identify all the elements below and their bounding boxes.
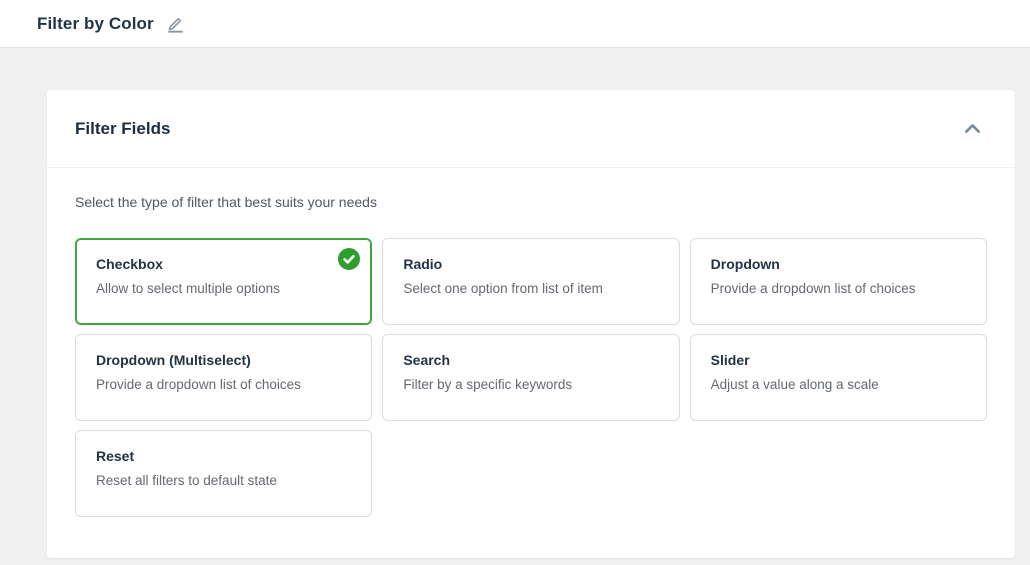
- filter-type-label: Search: [403, 352, 658, 368]
- filter-type-card[interactable]: Reset Reset all filters to default state: [75, 430, 372, 517]
- filter-type-description: Provide a dropdown list of choices: [711, 281, 966, 296]
- page-title: Filter by Color: [37, 14, 154, 34]
- filter-type-grid: Checkbox Allow to select multiple option…: [75, 238, 987, 517]
- filter-type-card[interactable]: Slider Adjust a value along a scale: [690, 334, 987, 421]
- filter-type-description: Adjust a value along a scale: [711, 377, 966, 392]
- chevron-up-icon: [962, 118, 983, 139]
- filter-type-label: Dropdown: [711, 256, 966, 272]
- edit-title-button[interactable]: [164, 12, 187, 35]
- page-header: Filter by Color: [0, 0, 1030, 48]
- check-circle-icon: [337, 247, 361, 271]
- filter-fields-panel: Filter Fields Select the type of filter …: [47, 90, 1015, 558]
- filter-type-description: Allow to select multiple options: [96, 281, 351, 296]
- selected-check-badge: [337, 247, 361, 271]
- panel-body: Select the type of filter that best suit…: [47, 168, 1015, 545]
- filter-type-card[interactable]: Radio Select one option from list of ite…: [382, 238, 679, 325]
- filter-type-label: Radio: [403, 256, 658, 272]
- filter-type-card[interactable]: Dropdown (Multiselect) Provide a dropdow…: [75, 334, 372, 421]
- filter-type-card[interactable]: Search Filter by a specific keywords: [382, 334, 679, 421]
- filter-type-label: Dropdown (Multiselect): [96, 352, 351, 368]
- filter-type-description: Provide a dropdown list of choices: [96, 377, 351, 392]
- pencil-edit-icon: [166, 14, 185, 33]
- panel-title: Filter Fields: [75, 119, 170, 139]
- filter-type-description: Select one option from list of item: [403, 281, 658, 296]
- filter-type-description: Reset all filters to default state: [96, 473, 351, 488]
- panel-header: Filter Fields: [47, 90, 1015, 168]
- filter-type-description: Filter by a specific keywords: [403, 377, 658, 392]
- filter-type-label: Slider: [711, 352, 966, 368]
- filter-type-label: Reset: [96, 448, 351, 464]
- helper-text: Select the type of filter that best suit…: [75, 194, 987, 210]
- filter-type-card[interactable]: Checkbox Allow to select multiple option…: [75, 238, 372, 325]
- filter-type-card[interactable]: Dropdown Provide a dropdown list of choi…: [690, 238, 987, 325]
- collapse-panel-button[interactable]: [958, 114, 987, 143]
- filter-type-label: Checkbox: [96, 256, 351, 272]
